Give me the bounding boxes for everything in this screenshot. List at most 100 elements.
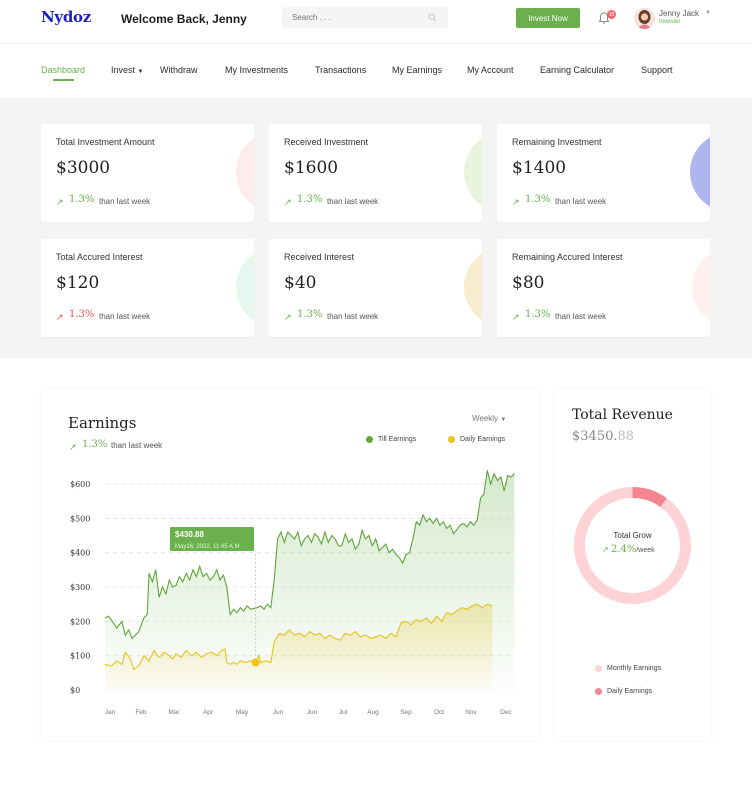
active-tab-indicator — [53, 79, 74, 81]
stat-card: Remaining Investment $1400 ↗ 1.3% than last … — [497, 124, 710, 222]
stat-value: $40 — [284, 273, 317, 293]
revenue-panel: Total Revenue $3450.88 Total Grow ↗ 2.4%… — [554, 389, 711, 740]
stat-title: Remaining Investment — [512, 137, 602, 147]
donut-center-label: Total Grow — [613, 531, 652, 540]
nav-item-my-account[interactable]: My Account — [467, 65, 514, 75]
stat-card: Total Investment Amount $3000 ↗ 1.3% than la… — [41, 124, 254, 222]
nav-item-support[interactable]: Support — [641, 65, 673, 75]
legend-label: Monthly Earnings — [607, 665, 662, 672]
trend-up-icon: ↗ — [512, 312, 520, 322]
x-tick-label: May — [236, 709, 249, 716]
stat-value: $120 — [56, 273, 100, 293]
nav-item-invest-label: Invest — [111, 65, 136, 75]
x-tick-label: Nov — [465, 709, 477, 716]
avatar[interactable] — [634, 8, 655, 29]
till-earnings-area — [105, 470, 515, 690]
x-tick-label: Jul — [339, 709, 348, 716]
stat-title: Received Interest — [284, 252, 355, 262]
stat-card: Remaining Accured Interest $80 ↗ 1.3% than l… — [497, 239, 710, 337]
x-tick-label: Jan — [105, 709, 116, 716]
tooltip-value: $430.88 — [175, 530, 204, 539]
nav-item-invest[interactable]: Invest ▼ — [111, 65, 143, 75]
stat-percent: 1.3% — [69, 309, 95, 320]
x-tick-label: Jun — [273, 709, 284, 716]
revenue-value-decimal: 88 — [617, 429, 635, 444]
user-role: Invester — [659, 19, 681, 25]
earnings-chart: $600 $500 $400 $300 $200 $100 $0 Jan Feb Mar Apr Ma… — [70, 470, 515, 716]
chevron-down-icon[interactable]: ▼ — [705, 10, 711, 16]
stat-percent: 1.3% — [297, 194, 323, 205]
trend-up-icon: ↗ — [284, 312, 292, 322]
card-decoration — [692, 247, 710, 327]
card-decoration — [464, 247, 482, 327]
stat-title: Received Investment — [284, 137, 369, 147]
donut-center-value: ↗ 2.4%/week — [602, 544, 655, 555]
y-tick-label: $300 — [70, 583, 90, 592]
earnings-panel: Earnings ↗ 1.3% than last week Weekly ▼ … — [41, 389, 540, 740]
legend-monthly-earnings[interactable]: Monthly Earnings — [595, 665, 661, 672]
stat-value: $1400 — [512, 158, 567, 178]
card-decoration — [464, 132, 482, 212]
stat-compare-text: than last week — [327, 197, 379, 206]
x-tick-label: Feb — [135, 709, 147, 716]
trend-up-icon: ↗ — [602, 545, 611, 554]
x-tick-label: Aug — [367, 709, 379, 716]
stat-compare-text: than last week — [327, 312, 379, 321]
trend-up-icon: ↗ — [56, 197, 64, 207]
user-name[interactable]: Jenny Jack — [659, 9, 699, 18]
stat-value: $1600 — [284, 158, 339, 178]
y-tick-label: $500 — [70, 514, 90, 523]
welcome-message: Welcome Back, Jenny — [121, 12, 247, 26]
card-decoration — [236, 132, 254, 212]
legend-dot — [595, 665, 602, 672]
stat-title: Remaining Accured Interest — [512, 252, 623, 262]
y-tick-label: $200 — [70, 617, 90, 626]
grow-percent: 2.4% — [610, 544, 637, 555]
revenue-value: $3450.88 — [572, 429, 634, 444]
stat-percent: 1.3% — [525, 194, 551, 205]
stat-value: $80 — [512, 273, 545, 293]
nav-item-dashboard[interactable]: Dashboard — [41, 65, 85, 75]
nav-item-earning-calculator[interactable]: Earning Calculator — [540, 65, 614, 75]
stat-card: Total Accured Interest $120 ↗ 1.3% than last… — [41, 239, 254, 337]
stat-compare-text: than last week — [99, 312, 151, 321]
nav-item-my-earnings[interactable]: My Earnings — [392, 65, 442, 75]
trend-up-icon: ↗ — [512, 197, 520, 207]
stat-title: Total Accured Interest — [56, 252, 143, 262]
y-tick-label: $0 — [70, 686, 80, 695]
x-tick-label: Jun — [307, 709, 318, 716]
x-tick-label: Sep — [400, 709, 412, 716]
legend-daily-earnings[interactable]: Daily Earnings — [595, 688, 652, 695]
revenue-value-main: $3450. — [572, 429, 618, 444]
nav-item-transactions[interactable]: Transactions — [315, 65, 366, 75]
stat-percent: 1.3% — [69, 194, 95, 205]
search-input[interactable] — [282, 7, 448, 28]
y-tick-label: $100 — [70, 652, 90, 661]
nav-item-my-investments[interactable]: My Investments — [225, 65, 288, 75]
trend-down-icon: ↗ — [56, 312, 64, 322]
hover-point — [251, 658, 260, 667]
legend-label: Daily Earnings — [607, 688, 653, 695]
revenue-title: Total Revenue — [572, 407, 673, 423]
chevron-down-icon: ▼ — [137, 69, 144, 75]
legend-dot — [595, 688, 602, 695]
stat-card: Received Interest $40 ↗ 1.3% than last week — [269, 239, 482, 337]
main-navigation: Dashboard Invest ▼ Withdraw My Investmen… — [0, 44, 752, 98]
card-decoration — [690, 132, 710, 212]
card-decoration — [236, 247, 254, 327]
notification-badge: 10 — [607, 10, 616, 19]
brand-logo[interactable]: Nydoz — [41, 8, 91, 26]
search-icon[interactable] — [428, 13, 437, 22]
nav-item-withdraw[interactable]: Withdraw — [160, 65, 198, 75]
stat-card: Received Investment $1600 ↗ 1.3% than last w… — [269, 124, 482, 222]
y-tick-label: $600 — [70, 480, 90, 489]
top-header: Nydoz Welcome Back, Jenny Invest Now 10 … — [0, 0, 752, 44]
x-tick-label: Apr — [203, 709, 214, 716]
stat-percent: 1.3% — [525, 309, 551, 320]
x-tick-label: Dec — [500, 709, 512, 716]
stat-percent: 1.3% — [297, 309, 323, 320]
stat-compare-text: than last week — [555, 197, 607, 206]
invest-now-button[interactable]: Invest Now — [516, 8, 580, 28]
stat-compare-text: than last week — [555, 312, 607, 321]
tooltip-date: May16, 2022, 11:45 A.M — [175, 544, 240, 550]
